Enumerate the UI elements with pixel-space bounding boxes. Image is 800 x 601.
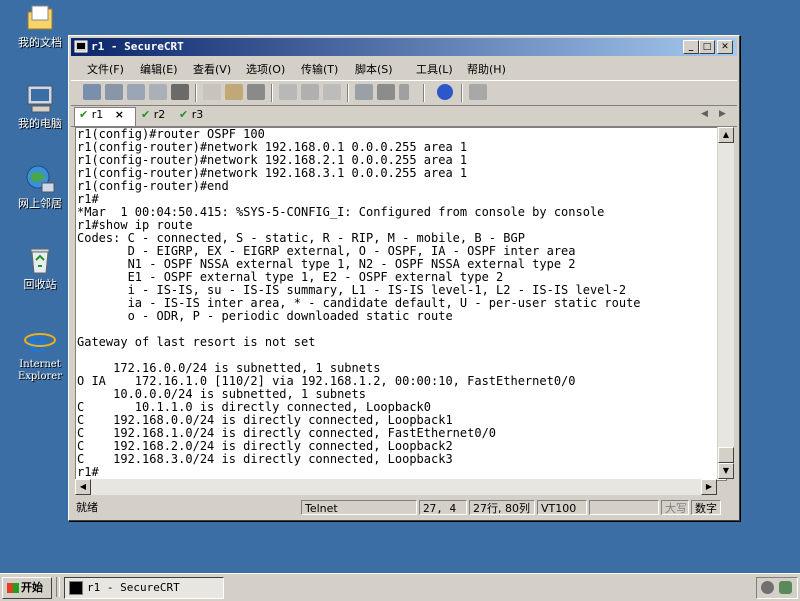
start-label: 开始: [21, 581, 43, 594]
desktop-icon-label: Internet Explorer: [17, 359, 63, 382]
menu-edit[interactable]: 编辑(E): [140, 61, 178, 77]
status-bar: 就绪 Telnet 27, 4 27行, 80列 VT100 大写 数字: [71, 498, 737, 518]
status-protocol: Telnet: [301, 500, 417, 515]
taskbar-separator: [56, 577, 60, 597]
title-bar[interactable]: r1 - SecureCRT _ □ ✕: [71, 38, 737, 56]
printer-icon[interactable]: [323, 84, 341, 100]
connect-tab-icon[interactable]: [127, 84, 145, 100]
menu-help[interactable]: 帮助(H): [467, 61, 506, 77]
toolbar-separator: [271, 84, 273, 102]
desktop-icon-internet-explorer[interactable]: e Internet Explorer: [6, 324, 74, 383]
toolbar-separator: [461, 84, 463, 102]
status-emulation: VT100: [537, 500, 587, 515]
toolbar: [71, 80, 737, 106]
connected-check-icon: ✔: [79, 108, 89, 121]
keypad-icon[interactable]: [469, 84, 487, 100]
disconnect-icon[interactable]: [171, 84, 189, 100]
session-options-icon[interactable]: [355, 84, 373, 100]
tab-r2[interactable]: ✔ r2: [137, 108, 175, 125]
status-caps: 大写: [661, 500, 689, 515]
securecrt-app-icon: [69, 581, 83, 595]
scroll-left-icon[interactable]: ◀: [75, 479, 91, 495]
connected-check-icon: ✔: [179, 108, 189, 121]
menu-file[interactable]: 文件(F): [87, 61, 124, 77]
desktop-icon-label: 我的文档: [18, 36, 62, 49]
internet-explorer-icon: e: [24, 324, 56, 360]
terminal-text: r1(config)#router OSPF 100 r1(config-rou…: [77, 127, 641, 479]
scroll-right-icon[interactable]: ▶: [701, 479, 717, 495]
start-button[interactable]: 开始: [2, 577, 52, 599]
toolbar-separator: [347, 84, 349, 102]
recycle-bin-icon: [24, 244, 56, 276]
keymap-icon[interactable]: [399, 84, 409, 100]
toolbar-separator: [195, 84, 197, 102]
menu-options[interactable]: 选项(O): [246, 61, 285, 77]
desktop-icon-label: 回收站: [23, 278, 57, 291]
menu-script[interactable]: 脚本(S): [355, 61, 393, 77]
tab-close-icon[interactable]: ×: [115, 108, 124, 121]
tray-network-icon[interactable]: [779, 581, 792, 594]
scroll-thumb[interactable]: [718, 447, 734, 463]
status-size: 27行, 80列: [469, 500, 535, 515]
scroll-up-icon[interactable]: ▲: [718, 127, 734, 143]
status-blank: [589, 500, 659, 515]
windows-logo-icon: [7, 583, 19, 593]
securecrt-app-icon: [74, 40, 88, 54]
tab-r3[interactable]: ✔ r3: [175, 108, 213, 125]
scroll-down-icon[interactable]: ▼: [718, 463, 734, 479]
close-button[interactable]: ✕: [717, 40, 733, 54]
print-selection-icon[interactable]: [301, 84, 319, 100]
status-num: 数字: [691, 500, 721, 515]
global-options-icon[interactable]: [377, 84, 395, 100]
paste-icon[interactable]: [225, 84, 243, 100]
reconnect-icon[interactable]: [149, 84, 167, 100]
tab-scroll-left-icon[interactable]: ◀: [701, 109, 708, 119]
quick-connect-icon[interactable]: [105, 84, 123, 100]
session-tab-bar: ✔ r1 × ✔ r2 ✔ r3 ◀ ▶: [71, 106, 737, 127]
taskbar-button-securecrt[interactable]: r1 - SecureCRT: [64, 577, 224, 599]
tab-r1[interactable]: ✔ r1 ×: [74, 107, 136, 126]
securecrt-window: r1 - SecureCRT _ □ ✕ 文件(F) 编辑(E) 查看(V) 选…: [68, 35, 740, 521]
desktop-icon-my-documents[interactable]: 我的文档: [8, 2, 72, 49]
status-cursor: 27, 4: [419, 500, 467, 515]
taskbar: 开始 r1 - SecureCRT: [0, 573, 800, 601]
task-label: r1 - SecureCRT: [87, 581, 180, 594]
menu-transfer[interactable]: 传输(T): [301, 61, 338, 77]
print-icon[interactable]: [279, 84, 297, 100]
toolbar-separator: [423, 84, 425, 102]
window-title: r1 - SecureCRT: [91, 40, 184, 53]
tab-label: r1: [91, 108, 104, 121]
connect-icon[interactable]: [83, 84, 101, 100]
vertical-scrollbar[interactable]: ▲ ▼: [717, 127, 734, 479]
menu-view[interactable]: 查看(V): [193, 61, 231, 77]
desktop-icon-network[interactable]: 网上邻居: [8, 163, 72, 210]
copy-icon[interactable]: [203, 84, 221, 100]
desktop-icon-recycle-bin[interactable]: 回收站: [8, 244, 72, 291]
connected-check-icon: ✔: [141, 108, 151, 121]
help-icon[interactable]: [437, 84, 453, 100]
tray-app-icon[interactable]: [761, 581, 774, 594]
desktop-icon-label: 我的电脑: [18, 117, 62, 130]
network-icon: [24, 163, 56, 195]
tab-scroll-right-icon[interactable]: ▶: [719, 109, 726, 119]
status-ready: 就绪: [76, 501, 98, 514]
minimize-button[interactable]: _: [683, 40, 699, 54]
menu-tools[interactable]: 工具(L): [416, 61, 453, 77]
desktop-icon-my-computer[interactable]: 我的电脑: [8, 83, 72, 130]
folder-documents-icon: [24, 2, 56, 34]
tab-label: r3: [191, 108, 204, 121]
terminal-area[interactable]: r1(config)#router OSPF 100 r1(config-rou…: [75, 127, 727, 481]
computer-icon: [24, 83, 56, 115]
menu-bar: 文件(F) 编辑(E) 查看(V) 选项(O) 传输(T) 脚本(S) 工具(L…: [71, 58, 737, 78]
find-icon[interactable]: [247, 84, 265, 100]
tab-label: r2: [153, 108, 166, 121]
svg-text:e: e: [28, 325, 47, 356]
maximize-button[interactable]: □: [699, 40, 715, 54]
horizontal-scrollbar[interactable]: ◀ ▶: [75, 479, 717, 495]
desktop-icon-label: 网上邻居: [18, 197, 62, 210]
system-tray: [756, 577, 798, 599]
